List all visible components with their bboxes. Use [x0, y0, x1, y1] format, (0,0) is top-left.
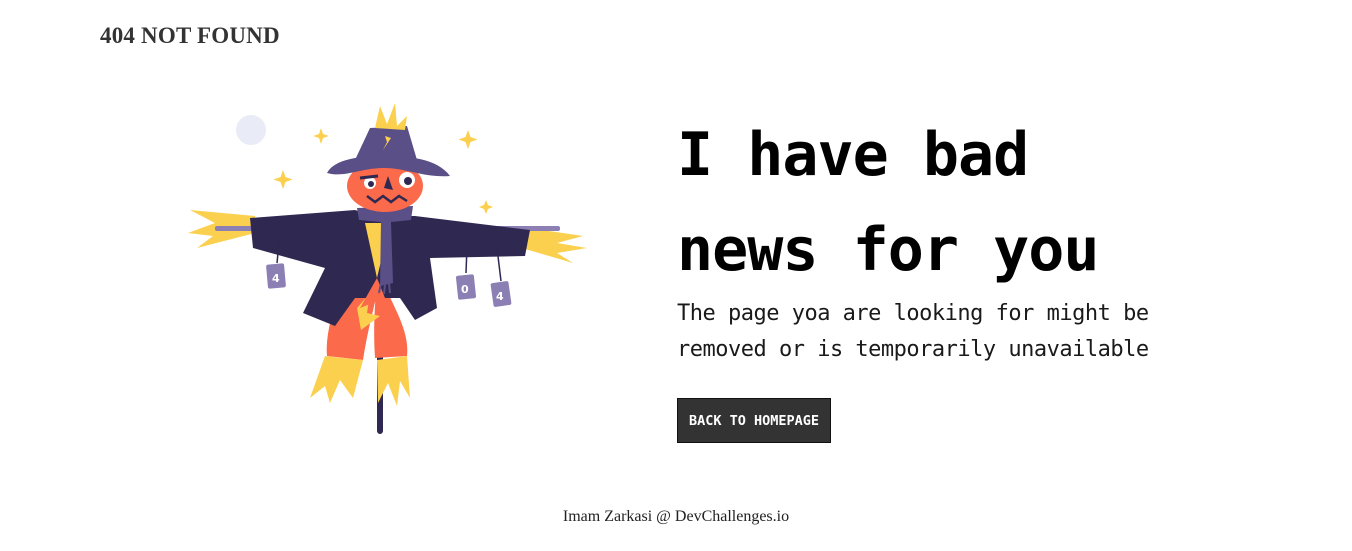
site-brand[interactable]: 404 NOT FOUND — [100, 23, 280, 49]
scarecrow-illustration: 4 0 4 — [188, 103, 587, 434]
can-label-4: 4 — [272, 272, 280, 285]
can-label-0: 0 — [461, 283, 469, 296]
footer-credit: Imam Zarkasi @ DevChallenges.io — [562, 508, 790, 525]
back-to-homepage-button[interactable]: BACK TO HOMEPAGE — [677, 398, 832, 443]
page-headline: I have bad news for you — [677, 120, 1099, 285]
main-content: I have bad news for you The page yoa are… — [677, 108, 1297, 443]
page: 404 NOT FOUND 4 0 4 I have bad news for … — [0, 0, 1352, 551]
error-message: The page yoa are looking for might be re… — [677, 301, 1149, 362]
moon-icon — [236, 115, 266, 145]
can-label-4b: 4 — [496, 290, 504, 303]
